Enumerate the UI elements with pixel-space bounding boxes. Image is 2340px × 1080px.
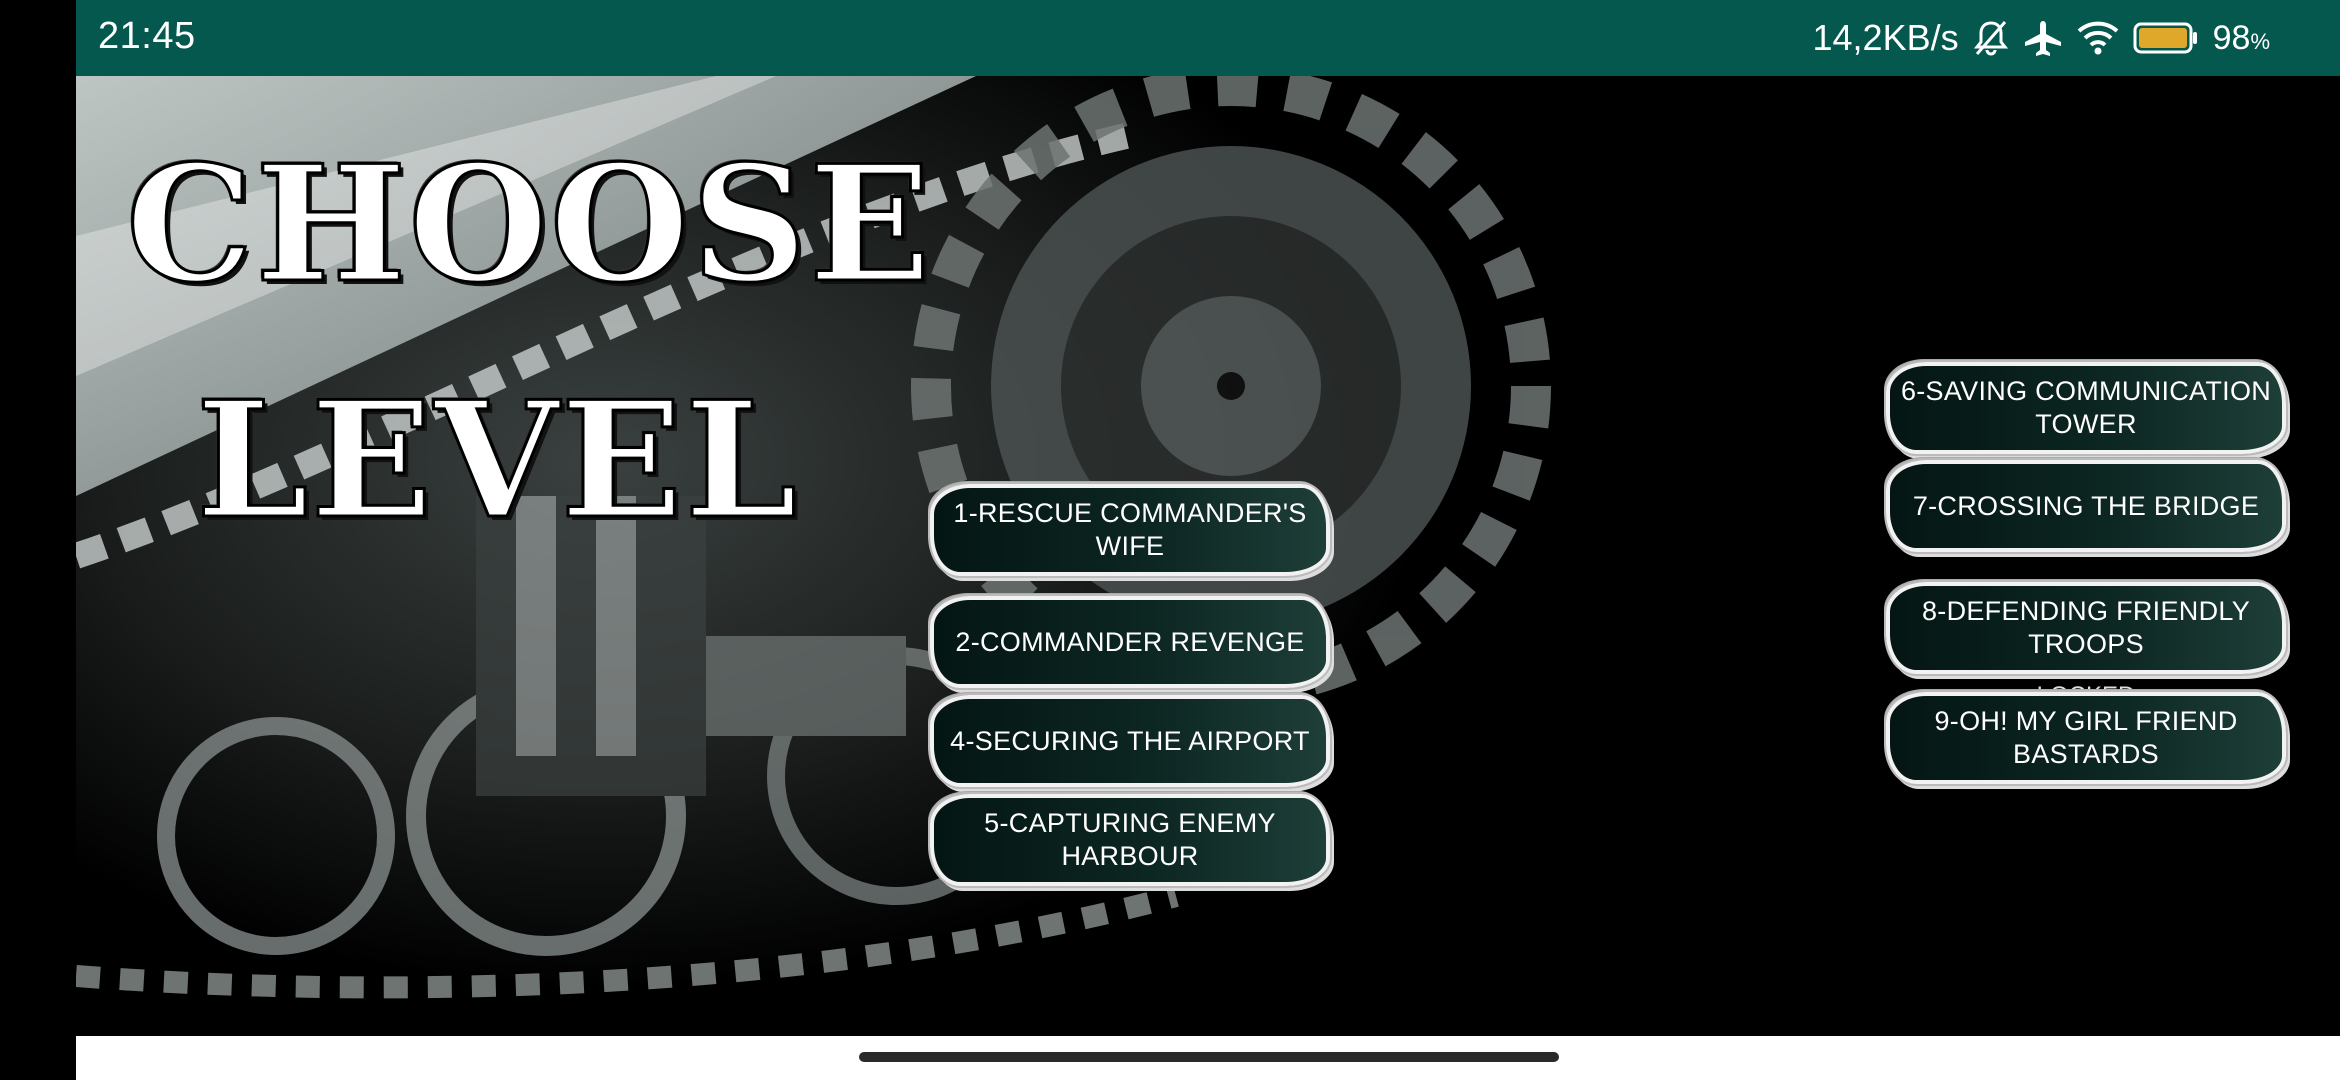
battery-percent: 98% bbox=[2212, 18, 2270, 57]
screen-title-line1: CHOOSE bbox=[125, 129, 933, 320]
level-button-6[interactable]: 6-SAVING COMMUNICATION TOWER bbox=[1886, 362, 2286, 454]
home-gesture-handle[interactable] bbox=[859, 1052, 1559, 1062]
level-button-4[interactable]: 4-SECURING THE AIRPORT bbox=[930, 695, 1330, 787]
level-button-1[interactable]: 1-RESCUE COMMANDER'S WIFE bbox=[930, 484, 1330, 576]
airplane-icon bbox=[2023, 19, 2063, 57]
bell-off-icon bbox=[1973, 19, 2009, 57]
screen-edge bbox=[0, 0, 76, 1080]
level-button-2[interactable]: 2-COMMANDER REVENGE bbox=[930, 596, 1330, 688]
screen-title-line2: LEVEL bbox=[195, 365, 800, 556]
level-button-7[interactable]: 7-CROSSING THE BRIDGE bbox=[1886, 460, 2286, 552]
battery-icon bbox=[2133, 21, 2199, 55]
status-icons: 14,2KB/s 98% bbox=[1813, 12, 2270, 64]
wifi-icon bbox=[2077, 21, 2119, 55]
level-button-5[interactable]: 5-CAPTURING ENEMY HARBOUR bbox=[930, 794, 1330, 886]
level-select-screen: CHOOSE LEVEL 1-RESCUE COMMANDER'S WIFE 2… bbox=[76, 76, 2340, 1036]
navigation-bar bbox=[76, 1036, 2340, 1080]
status-time: 21:45 bbox=[98, 15, 196, 57]
status-bar: 21:45 14,2KB/s 98% bbox=[76, 0, 2340, 76]
network-speed: 14,2KB/s bbox=[1812, 17, 1959, 58]
level-button-8[interactable]: 8-DEFENDING FRIENDLY TROOPS bbox=[1886, 582, 2286, 674]
level-button-9[interactable]: 9-OH! MY GIRL FRIEND BASTARDS bbox=[1886, 692, 2286, 784]
